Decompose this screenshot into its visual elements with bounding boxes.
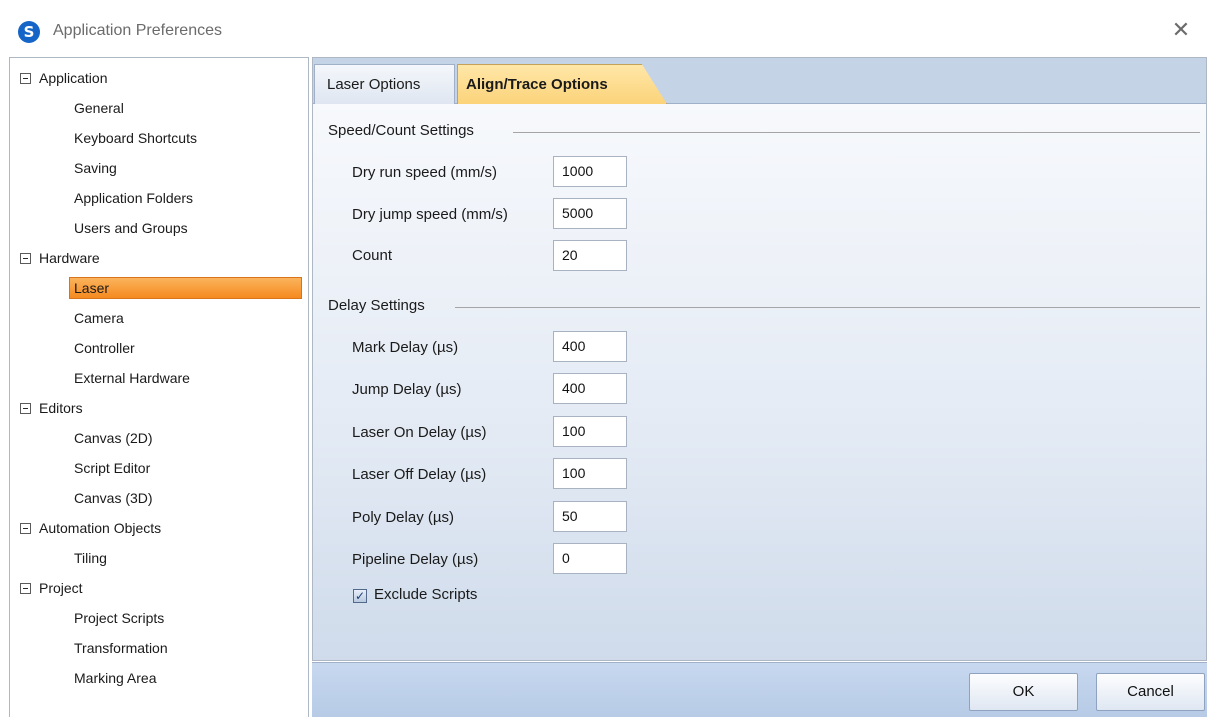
tab-laser-options[interactable]: Laser Options [314, 64, 455, 104]
close-icon[interactable]: ✕ [1167, 17, 1195, 45]
tree-item-controller[interactable]: Controller [74, 333, 135, 363]
section-divider [513, 132, 1200, 133]
tree-group-application[interactable]: Application [20, 63, 108, 93]
align-trace-pane: Speed/Count Settings Dry run speed (mm/s… [313, 104, 1206, 660]
laser-off-delay-input[interactable]: 100 [553, 458, 627, 489]
poly-delay-label: Poly Delay (µs) [352, 509, 454, 526]
delay-settings-header: Delay Settings [328, 297, 425, 314]
count-label: Count [352, 247, 393, 264]
tree-item-camera[interactable]: Camera [74, 303, 124, 333]
tree-group-label: Automation Objects [39, 520, 162, 536]
dry-run-speed-input[interactable]: 1000 [553, 156, 627, 187]
mark-delay-label: Mark Delay (µs) [352, 339, 459, 356]
app-logo-icon: S [18, 21, 40, 43]
tree-item-external-hardware[interactable]: External Hardware [74, 363, 190, 393]
dry-jump-speed-input[interactable]: 5000 [553, 198, 627, 229]
exclude-scripts-label[interactable]: Exclude Scripts [374, 586, 477, 603]
tree-item-tiling[interactable]: Tiling [74, 543, 107, 573]
count-input[interactable]: 20 [553, 240, 627, 271]
laser-off-delay-label: Laser Off Delay (µs) [352, 466, 487, 483]
collapse-icon[interactable] [20, 583, 31, 594]
preferences-tree: Application General Keyboard Shortcuts S… [9, 57, 309, 717]
tree-item-saving[interactable]: Saving [74, 153, 117, 183]
tree-item-script-editor[interactable]: Script Editor [74, 453, 150, 483]
dialog-button-bar: OK Cancel [312, 662, 1207, 717]
options-panel: Laser Options Align/Trace Options Speed/… [312, 57, 1207, 661]
laser-on-delay-label: Laser On Delay (µs) [352, 424, 487, 441]
tree-group-automation-objects[interactable]: Automation Objects [20, 513, 161, 543]
jump-delay-input[interactable]: 400 [553, 373, 627, 404]
pipeline-delay-label: Pipeline Delay (µs) [352, 551, 479, 568]
speed-count-header: Speed/Count Settings [328, 122, 474, 139]
dry-run-speed-label: Dry run speed (mm/s) [352, 164, 498, 181]
cancel-button[interactable]: Cancel [1096, 673, 1205, 711]
tree-item-canvas-2d[interactable]: Canvas (2D) [74, 423, 153, 453]
tree-group-label: Editors [39, 400, 83, 416]
title-bar: S Application Preferences ✕ [0, 0, 1207, 55]
collapse-icon[interactable] [20, 253, 31, 264]
tree-item-laser[interactable]: Laser [69, 277, 302, 299]
tree-group-project[interactable]: Project [20, 573, 83, 603]
tree-group-editors[interactable]: Editors [20, 393, 83, 423]
tree-group-hardware[interactable]: Hardware [20, 243, 100, 273]
poly-delay-input[interactable]: 50 [553, 501, 627, 532]
tree-item-canvas-3d[interactable]: Canvas (3D) [74, 483, 153, 513]
collapse-icon[interactable] [20, 403, 31, 414]
collapse-icon[interactable] [20, 523, 31, 534]
tab-strip: Laser Options Align/Trace Options [313, 58, 1206, 104]
tree-group-label: Hardware [39, 250, 100, 266]
collapse-icon[interactable] [20, 73, 31, 84]
tree-item-marking-area[interactable]: Marking Area [74, 663, 156, 693]
ok-button[interactable]: OK [969, 673, 1078, 711]
dry-jump-speed-label: Dry jump speed (mm/s) [352, 206, 508, 223]
tree-item-users-and-groups[interactable]: Users and Groups [74, 213, 188, 243]
tree-item-general[interactable]: General [74, 93, 124, 123]
tree-item-application-folders[interactable]: Application Folders [74, 183, 193, 213]
mark-delay-input[interactable]: 400 [553, 331, 627, 362]
exclude-scripts-checkbox[interactable]: ✓ [353, 589, 367, 603]
tree-item-keyboard-shortcuts[interactable]: Keyboard Shortcuts [74, 123, 197, 153]
jump-delay-label: Jump Delay (µs) [352, 381, 462, 398]
tree-item-project-scripts[interactable]: Project Scripts [74, 603, 164, 633]
pipeline-delay-input[interactable]: 0 [553, 543, 627, 574]
tree-group-label: Application [39, 70, 108, 86]
window-title: Application Preferences [53, 22, 222, 39]
laser-on-delay-input[interactable]: 100 [553, 416, 627, 447]
tree-item-transformation[interactable]: Transformation [74, 633, 168, 663]
tab-align-trace-options[interactable]: Align/Trace Options [457, 64, 667, 104]
section-divider [455, 307, 1200, 308]
tree-group-label: Project [39, 580, 83, 596]
